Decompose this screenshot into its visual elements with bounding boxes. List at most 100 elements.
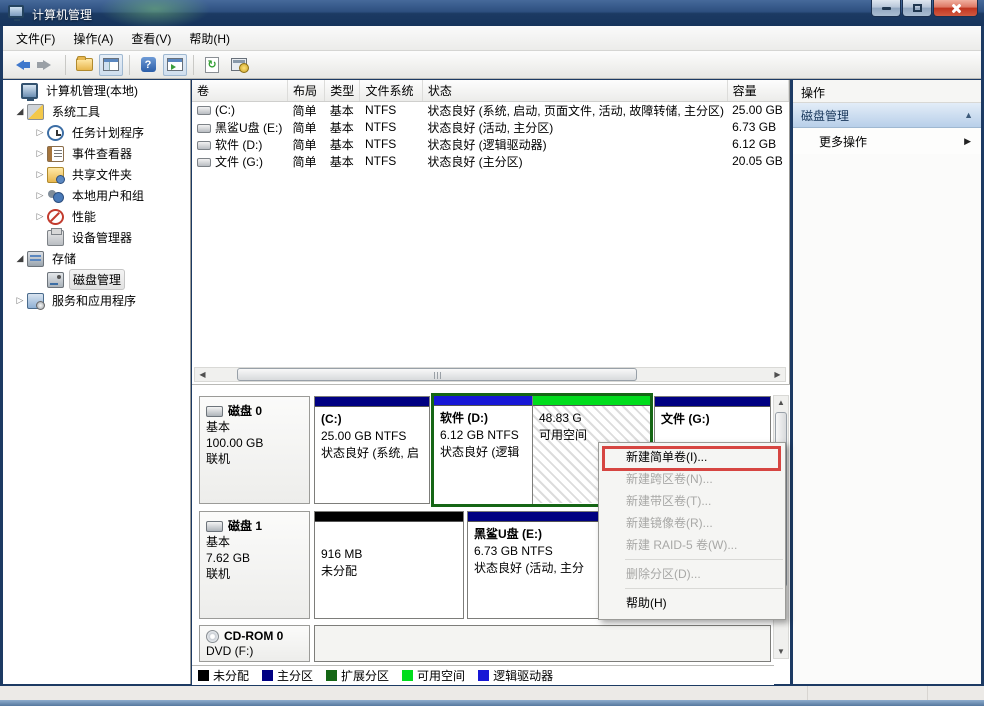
unallocated-region[interactable]: 916 MB 未分配 xyxy=(314,511,464,619)
partition-color-bar xyxy=(434,396,532,406)
action-pane-toggle-button[interactable] xyxy=(163,54,187,76)
close-button[interactable] xyxy=(933,0,978,17)
scroll-right-button[interactable]: ▶ xyxy=(770,368,785,381)
toolbar-separator xyxy=(65,55,66,75)
col-volume[interactable]: 卷 xyxy=(192,80,288,101)
volume-icon xyxy=(197,124,211,133)
expand-arrow-icon[interactable]: ▷ xyxy=(13,295,27,306)
submenu-arrow-icon: ▶ xyxy=(964,136,971,147)
tree-item-system-tools[interactable]: ◢ 系统工具 xyxy=(3,101,190,122)
maximize-button[interactable] xyxy=(902,0,932,17)
partition-c[interactable]: (C:) 25.00 GB NTFS 状态良好 (系统, 启 xyxy=(314,396,430,504)
disk-icon xyxy=(206,521,223,532)
legend-swatch xyxy=(478,670,489,681)
task-scheduler-icon xyxy=(47,125,64,141)
legend-primary: 主分区 xyxy=(262,667,313,684)
cdrom-label[interactable]: CD-ROM 0 DVD (F:) xyxy=(199,625,310,662)
expand-arrow-icon[interactable]: ▷ xyxy=(33,148,47,159)
taskbar-divider xyxy=(807,686,808,700)
volume-row-e[interactable]: 黑鲨U盘 (E:) 简单 基本 NTFS 状态良好 (活动, 主分区) 6.73… xyxy=(192,119,789,136)
taskbar-divider xyxy=(927,686,928,700)
scrollbar-thumb[interactable] xyxy=(237,368,637,381)
menu-help[interactable]: 帮助(H) xyxy=(180,27,239,50)
cdrom-icon xyxy=(206,630,219,643)
refresh-icon: ↻ xyxy=(205,57,219,73)
menu-item-new-striped-volume: 新建带区卷(T)... xyxy=(599,490,785,512)
scroll-left-button[interactable]: ◀ xyxy=(195,368,210,381)
volume-icon xyxy=(197,158,211,167)
tree-item-local-users-groups[interactable]: ▷ 本地用户和组 xyxy=(3,185,190,206)
partition-color-bar xyxy=(315,397,429,407)
col-type[interactable]: 类型 xyxy=(325,80,360,101)
menu-item-new-spanned-volume: 新建跨区卷(N)... xyxy=(599,468,785,490)
disk0-label[interactable]: 磁盘 0 基本 100.00 GB 联机 xyxy=(199,396,310,504)
col-status[interactable]: 状态 xyxy=(422,80,727,101)
storage-icon xyxy=(27,251,44,267)
menu-separator xyxy=(625,588,783,589)
tree-item-services-applications[interactable]: ▷ 服务和应用程序 xyxy=(3,290,190,311)
export-list-button[interactable] xyxy=(72,54,96,76)
legend-free-space: 可用空间 xyxy=(402,667,465,684)
scroll-up-button[interactable]: ▲ xyxy=(774,396,788,409)
partition-d[interactable]: 软件 (D:) 6.12 GB NTFS 状态良好 (逻辑 xyxy=(434,396,533,504)
console-tree-toggle-button[interactable] xyxy=(99,54,123,76)
scroll-down-button[interactable]: ▼ xyxy=(774,645,788,658)
menu-separator xyxy=(625,559,783,560)
partition-color-bar xyxy=(533,396,650,406)
device-manager-icon xyxy=(47,230,64,246)
tree-item-device-manager[interactable]: 设备管理器 xyxy=(3,227,190,248)
minimize-icon xyxy=(882,7,891,10)
tree-item-task-scheduler[interactable]: ▷ 任务计划程序 xyxy=(3,122,190,143)
expand-arrow-icon[interactable]: ▷ xyxy=(33,190,47,201)
legend-swatch xyxy=(198,670,209,681)
menu-action[interactable]: 操作(A) xyxy=(64,27,122,50)
folder-icon xyxy=(76,58,93,71)
forward-button[interactable] xyxy=(35,54,59,76)
menu-item-help[interactable]: 帮助(H) xyxy=(599,592,785,614)
collapse-arrow-icon[interactable]: ◢ xyxy=(13,253,27,264)
window-title: 计算机管理 xyxy=(32,6,92,23)
collapse-section-icon[interactable]: ▲ xyxy=(964,110,973,120)
collapse-arrow-icon[interactable]: ◢ xyxy=(13,106,27,117)
tree-item-event-viewer[interactable]: ▷ 事件查看器 xyxy=(3,143,190,164)
legend-unallocated: 未分配 xyxy=(198,667,249,684)
disk1-label[interactable]: 磁盘 1 基本 7.62 GB 联机 xyxy=(199,511,310,619)
refresh-button[interactable]: ↻ xyxy=(200,54,224,76)
expand-arrow-icon[interactable]: ▷ xyxy=(33,127,47,138)
help-icon: ? xyxy=(141,57,156,72)
minimize-button[interactable] xyxy=(871,0,901,17)
expand-arrow-icon[interactable]: ▷ xyxy=(33,169,47,180)
tree-item-shared-folders[interactable]: ▷ 共享文件夹 xyxy=(3,164,190,185)
menu-file[interactable]: 文件(F) xyxy=(7,27,64,50)
legend-swatch xyxy=(326,670,337,681)
col-filesystem[interactable]: 文件系统 xyxy=(360,80,422,101)
menu-item-delete-partition: 删除分区(D)... xyxy=(599,563,785,585)
volume-row-g[interactable]: 文件 (G:) 简单 基本 NTFS 状态良好 (主分区) 20.05 GB xyxy=(192,153,789,170)
col-capacity[interactable]: 容量 xyxy=(727,80,788,101)
menu-item-new-mirrored-volume: 新建镜像卷(R)... xyxy=(599,512,785,534)
disk-settings-button[interactable] xyxy=(227,54,251,76)
col-layout[interactable]: 布局 xyxy=(288,80,325,101)
actions-pane: 操作 磁盘管理 ▲ 更多操作 ▶ xyxy=(793,80,981,684)
tree-item-performance[interactable]: ▷ 性能 xyxy=(3,206,190,227)
shared-folders-icon xyxy=(47,167,64,183)
users-icon xyxy=(47,188,64,204)
more-actions-item[interactable]: 更多操作 ▶ xyxy=(793,128,981,154)
volume-list: 卷 布局 类型 文件系统 状态 容量 (C:) 简单 基本 NTFS 状态良好 … xyxy=(192,80,789,170)
tree-item-disk-management[interactable]: 磁盘管理 xyxy=(3,269,190,290)
horizontal-scrollbar[interactable]: ◀ ▶ xyxy=(194,367,786,382)
back-button[interactable] xyxy=(8,54,32,76)
volume-row-c[interactable]: (C:) 简单 基本 NTFS 状态良好 (系统, 启动, 页面文件, 活动, … xyxy=(192,101,789,119)
help-button[interactable]: ? xyxy=(136,54,160,76)
volume-row-d[interactable]: 软件 (D:) 简单 基本 NTFS 状态良好 (逻辑驱动器) 6.12 GB xyxy=(192,136,789,153)
performance-icon xyxy=(47,209,64,225)
expand-arrow-icon[interactable]: ▷ xyxy=(33,211,47,222)
system-tools-icon xyxy=(27,104,44,120)
tree-item-computer-management[interactable]: 计算机管理(本地) xyxy=(3,80,190,101)
toolbar-separator xyxy=(129,55,130,75)
tree-item-storage[interactable]: ◢ 存储 xyxy=(3,248,190,269)
disk-management-section-header[interactable]: 磁盘管理 ▲ xyxy=(793,103,981,128)
menu-view[interactable]: 查看(V) xyxy=(122,27,180,50)
partition-e[interactable]: 黑鲨U盘 (E:) 6.73 GB NTFS 状态良好 (活动, 主分 xyxy=(467,511,614,619)
legend-swatch xyxy=(402,670,413,681)
